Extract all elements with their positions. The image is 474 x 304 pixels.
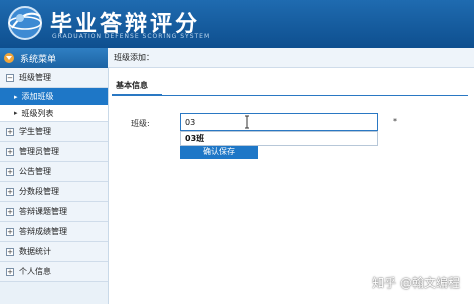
required-mark: * [393, 117, 397, 126]
expand-icon[interactable]: + [6, 167, 14, 176]
sidebar-title-label: 系统菜单 [20, 54, 57, 65]
sidebar-item-label: 添加班级 [21, 92, 54, 101]
arrow-icon: ▸ [14, 109, 18, 117]
menu-group-class[interactable]: − 班级管理 [0, 68, 108, 88]
menu-group-label: 班级管理 [19, 73, 51, 82]
menu-group-score-range[interactable]: + 分数段管理 [0, 182, 108, 202]
app-header: 毕业答辩评分 GRADUATION DEFENSE SCORING SYSTEM [0, 0, 474, 48]
expand-icon[interactable]: + [6, 267, 14, 276]
menu-group-label: 数据统计 [19, 247, 51, 256]
autocomplete-suggestion[interactable]: 03班 [180, 131, 378, 146]
menu-group-notice[interactable]: + 公告管理 [0, 162, 108, 182]
menu-group-admin[interactable]: + 管理员管理 [0, 142, 108, 162]
menu-group-statistics[interactable]: + 数据统计 [0, 242, 108, 262]
sidebar-item-class-list[interactable]: ▸ 班级列表 [0, 105, 108, 122]
expand-icon[interactable]: + [6, 147, 14, 156]
app-subtitle: GRADUATION DEFENSE SCORING SYSTEM [52, 33, 211, 40]
sidebar-item-label: 班级列表 [21, 108, 54, 118]
section-divider-accent [112, 94, 162, 96]
expand-icon[interactable]: + [6, 207, 14, 216]
class-field-label: 班级: [131, 119, 150, 128]
menu-group-topic[interactable]: + 答辩课题管理 [0, 202, 108, 222]
arrow-icon: ▸ [14, 92, 18, 101]
sidebar-title: 系统菜单 [0, 48, 108, 68]
breadcrumb: 班级添加： [108, 48, 474, 68]
section-title: 基本信息 [116, 81, 148, 90]
class-name-input[interactable] [180, 113, 378, 131]
menu-group-profile[interactable]: + 个人信息 [0, 262, 108, 282]
menu-group-label: 分数段管理 [19, 187, 59, 196]
menu-group-grades[interactable]: + 答辩成绩管理 [0, 222, 108, 242]
menu-group-label: 公告管理 [19, 167, 51, 176]
sidebar: 系统菜单 − 班级管理 ▸ 添加班级 ▸ 班级列表 + 学生管理 + 管理员管理… [0, 48, 109, 304]
menu-group-label: 个人信息 [19, 267, 51, 276]
expand-icon[interactable]: + [6, 247, 14, 256]
expand-icon[interactable]: + [6, 227, 14, 236]
expand-icon[interactable]: + [6, 127, 14, 136]
section-divider [112, 95, 468, 96]
menu-group-label: 答辩课题管理 [19, 207, 67, 216]
sidebar-item-add-class[interactable]: ▸ 添加班级 [0, 88, 108, 105]
menu-group-student[interactable]: + 学生管理 [0, 122, 108, 142]
menu-group-label: 学生管理 [19, 127, 51, 136]
menu-group-label: 答辩成绩管理 [19, 227, 67, 236]
collapse-icon[interactable]: − [6, 73, 14, 82]
text-cursor-icon [245, 115, 249, 129]
globe-logo-icon [8, 6, 42, 40]
menu-group-label: 管理员管理 [19, 147, 59, 156]
expand-icon[interactable]: + [6, 187, 14, 196]
watermark: 知乎 @翰文编程 [372, 276, 460, 290]
chevron-down-icon [4, 53, 14, 63]
